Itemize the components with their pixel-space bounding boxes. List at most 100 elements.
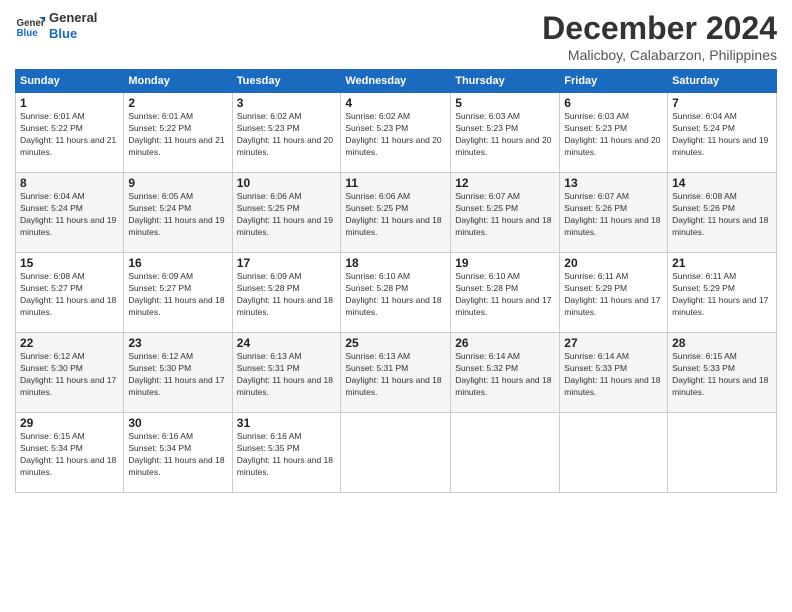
day-number: 10 bbox=[237, 176, 337, 190]
day-info: Sunrise: 6:03 AM Sunset: 5:23 PM Dayligh… bbox=[564, 111, 663, 159]
day-number: 22 bbox=[20, 336, 119, 350]
sunset-label: Sunset: 5:23 PM bbox=[455, 123, 518, 133]
day-info: Sunrise: 6:13 AM Sunset: 5:31 PM Dayligh… bbox=[345, 351, 446, 399]
calendar-cell: 25 Sunrise: 6:13 AM Sunset: 5:31 PM Dayl… bbox=[341, 333, 451, 413]
sunset-label: Sunset: 5:22 PM bbox=[128, 123, 191, 133]
sunrise-label: Sunrise: 6:02 AM bbox=[237, 111, 302, 121]
sunset-label: Sunset: 5:33 PM bbox=[564, 363, 627, 373]
calendar-cell: 21 Sunrise: 6:11 AM Sunset: 5:29 PM Dayl… bbox=[668, 253, 777, 333]
day-number: 8 bbox=[20, 176, 119, 190]
daylight-label: Daylight: 11 hours and 19 minutes. bbox=[128, 215, 224, 237]
sunrise-label: Sunrise: 6:16 AM bbox=[128, 431, 193, 441]
day-number: 28 bbox=[672, 336, 772, 350]
calendar-cell: 13 Sunrise: 6:07 AM Sunset: 5:26 PM Dayl… bbox=[560, 173, 668, 253]
calendar-table: SundayMondayTuesdayWednesdayThursdayFrid… bbox=[15, 69, 777, 493]
calendar-cell: 19 Sunrise: 6:10 AM Sunset: 5:28 PM Dayl… bbox=[451, 253, 560, 333]
day-number: 26 bbox=[455, 336, 555, 350]
sunset-label: Sunset: 5:27 PM bbox=[20, 283, 83, 293]
logo-text: General Blue bbox=[49, 10, 97, 41]
daylight-label: Daylight: 11 hours and 18 minutes. bbox=[237, 295, 333, 317]
sunrise-label: Sunrise: 6:09 AM bbox=[237, 271, 302, 281]
calendar-day-header: Tuesday bbox=[232, 70, 341, 93]
sunrise-label: Sunrise: 6:15 AM bbox=[672, 351, 737, 361]
sunset-label: Sunset: 5:30 PM bbox=[20, 363, 83, 373]
sunrise-label: Sunrise: 6:12 AM bbox=[128, 351, 193, 361]
day-number: 15 bbox=[20, 256, 119, 270]
sunset-label: Sunset: 5:26 PM bbox=[564, 203, 627, 213]
day-info: Sunrise: 6:15 AM Sunset: 5:33 PM Dayligh… bbox=[672, 351, 772, 399]
day-number: 25 bbox=[345, 336, 446, 350]
daylight-label: Daylight: 11 hours and 17 minutes. bbox=[564, 295, 660, 317]
calendar-cell: 10 Sunrise: 6:06 AM Sunset: 5:25 PM Dayl… bbox=[232, 173, 341, 253]
calendar-cell: 22 Sunrise: 6:12 AM Sunset: 5:30 PM Dayl… bbox=[16, 333, 124, 413]
calendar-cell: 26 Sunrise: 6:14 AM Sunset: 5:32 PM Dayl… bbox=[451, 333, 560, 413]
day-info: Sunrise: 6:01 AM Sunset: 5:22 PM Dayligh… bbox=[128, 111, 227, 159]
daylight-label: Daylight: 11 hours and 18 minutes. bbox=[128, 295, 224, 317]
calendar-cell: 8 Sunrise: 6:04 AM Sunset: 5:24 PM Dayli… bbox=[16, 173, 124, 253]
sunrise-label: Sunrise: 6:13 AM bbox=[345, 351, 410, 361]
sunrise-label: Sunrise: 6:08 AM bbox=[20, 271, 85, 281]
sunset-label: Sunset: 5:23 PM bbox=[237, 123, 300, 133]
sunset-label: Sunset: 5:28 PM bbox=[237, 283, 300, 293]
day-info: Sunrise: 6:07 AM Sunset: 5:25 PM Dayligh… bbox=[455, 191, 555, 239]
sunrise-label: Sunrise: 6:11 AM bbox=[672, 271, 736, 281]
daylight-label: Daylight: 11 hours and 18 minutes. bbox=[345, 215, 441, 237]
sunset-label: Sunset: 5:35 PM bbox=[237, 443, 300, 453]
sunset-label: Sunset: 5:23 PM bbox=[564, 123, 627, 133]
daylight-label: Daylight: 11 hours and 17 minutes. bbox=[128, 375, 224, 397]
daylight-label: Daylight: 11 hours and 20 minutes. bbox=[345, 135, 441, 157]
calendar-cell: 6 Sunrise: 6:03 AM Sunset: 5:23 PM Dayli… bbox=[560, 93, 668, 173]
daylight-label: Daylight: 11 hours and 17 minutes. bbox=[455, 295, 551, 317]
sunrise-label: Sunrise: 6:14 AM bbox=[455, 351, 520, 361]
day-number: 11 bbox=[345, 176, 446, 190]
day-number: 21 bbox=[672, 256, 772, 270]
sunrise-label: Sunrise: 6:03 AM bbox=[455, 111, 520, 121]
day-number: 4 bbox=[345, 96, 446, 110]
calendar-week-row: 22 Sunrise: 6:12 AM Sunset: 5:30 PM Dayl… bbox=[16, 333, 777, 413]
calendar-cell: 28 Sunrise: 6:15 AM Sunset: 5:33 PM Dayl… bbox=[668, 333, 777, 413]
calendar-cell: 18 Sunrise: 6:10 AM Sunset: 5:28 PM Dayl… bbox=[341, 253, 451, 333]
daylight-label: Daylight: 11 hours and 18 minutes. bbox=[455, 215, 551, 237]
day-number: 14 bbox=[672, 176, 772, 190]
calendar-week-row: 8 Sunrise: 6:04 AM Sunset: 5:24 PM Dayli… bbox=[16, 173, 777, 253]
calendar-cell: 7 Sunrise: 6:04 AM Sunset: 5:24 PM Dayli… bbox=[668, 93, 777, 173]
day-number: 17 bbox=[237, 256, 337, 270]
calendar-cell bbox=[341, 413, 451, 493]
sunset-label: Sunset: 5:29 PM bbox=[672, 283, 735, 293]
daylight-label: Daylight: 11 hours and 20 minutes. bbox=[455, 135, 551, 157]
calendar-day-header: Friday bbox=[560, 70, 668, 93]
daylight-label: Daylight: 11 hours and 19 minutes. bbox=[237, 215, 333, 237]
sunset-label: Sunset: 5:32 PM bbox=[455, 363, 518, 373]
location: Malicboy, Calabarzon, Philippines bbox=[542, 47, 777, 63]
title-section: December 2024 Malicboy, Calabarzon, Phil… bbox=[542, 10, 777, 63]
calendar-cell: 27 Sunrise: 6:14 AM Sunset: 5:33 PM Dayl… bbox=[560, 333, 668, 413]
day-number: 19 bbox=[455, 256, 555, 270]
calendar-cell: 31 Sunrise: 6:16 AM Sunset: 5:35 PM Dayl… bbox=[232, 413, 341, 493]
sunrise-label: Sunrise: 6:04 AM bbox=[672, 111, 737, 121]
day-number: 23 bbox=[128, 336, 227, 350]
sunrise-label: Sunrise: 6:10 AM bbox=[455, 271, 520, 281]
daylight-label: Daylight: 11 hours and 18 minutes. bbox=[672, 215, 768, 237]
sunset-label: Sunset: 5:33 PM bbox=[672, 363, 735, 373]
calendar-day-header: Saturday bbox=[668, 70, 777, 93]
sunset-label: Sunset: 5:29 PM bbox=[564, 283, 627, 293]
day-number: 24 bbox=[237, 336, 337, 350]
day-number: 31 bbox=[237, 416, 337, 430]
day-info: Sunrise: 6:12 AM Sunset: 5:30 PM Dayligh… bbox=[20, 351, 119, 399]
daylight-label: Daylight: 11 hours and 20 minutes. bbox=[237, 135, 333, 157]
day-number: 30 bbox=[128, 416, 227, 430]
calendar-cell: 30 Sunrise: 6:16 AM Sunset: 5:34 PM Dayl… bbox=[124, 413, 232, 493]
calendar-cell: 5 Sunrise: 6:03 AM Sunset: 5:23 PM Dayli… bbox=[451, 93, 560, 173]
sunrise-label: Sunrise: 6:07 AM bbox=[564, 191, 629, 201]
sunrise-label: Sunrise: 6:09 AM bbox=[128, 271, 193, 281]
day-info: Sunrise: 6:14 AM Sunset: 5:32 PM Dayligh… bbox=[455, 351, 555, 399]
day-info: Sunrise: 6:02 AM Sunset: 5:23 PM Dayligh… bbox=[237, 111, 337, 159]
month-title: December 2024 bbox=[542, 10, 777, 47]
sunrise-label: Sunrise: 6:12 AM bbox=[20, 351, 85, 361]
calendar-cell: 16 Sunrise: 6:09 AM Sunset: 5:27 PM Dayl… bbox=[124, 253, 232, 333]
daylight-label: Daylight: 11 hours and 18 minutes. bbox=[128, 455, 224, 477]
logo-line1: General bbox=[49, 10, 97, 26]
daylight-label: Daylight: 11 hours and 18 minutes. bbox=[345, 375, 441, 397]
calendar-cell: 2 Sunrise: 6:01 AM Sunset: 5:22 PM Dayli… bbox=[124, 93, 232, 173]
daylight-label: Daylight: 11 hours and 18 minutes. bbox=[455, 375, 551, 397]
